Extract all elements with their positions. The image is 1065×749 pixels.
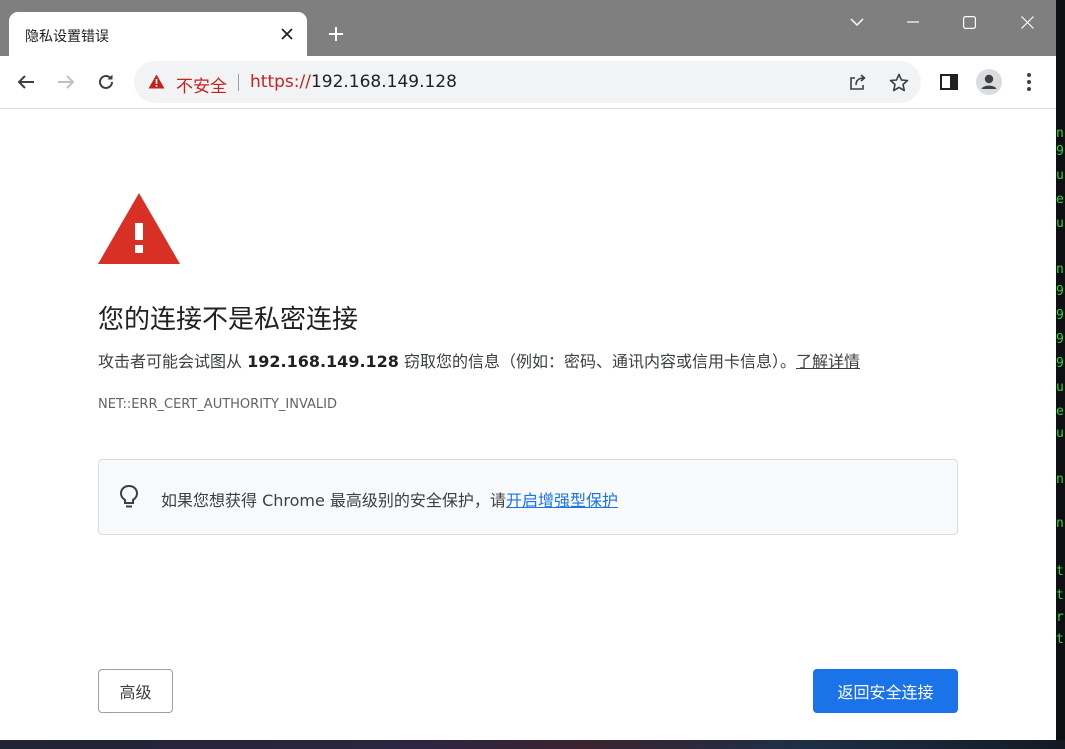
url-host: 192.168.149.128 [310,72,457,92]
terminal-glyph: r [1056,610,1064,625]
terminal-glyph: n [1056,126,1064,141]
tab-search-chevron-icon[interactable] [843,8,871,36]
back-to-safety-button[interactable]: 返回安全连接 [813,669,958,713]
terminal-glyph: t [1056,632,1064,647]
terminal-glyph: n [1056,262,1064,277]
omnibox-divider [238,74,239,91]
terminal-glyph: n [1056,516,1064,531]
not-secure-label[interactable]: 不安全 [176,72,227,97]
maximize-button[interactable] [955,8,983,36]
back-button[interactable] [10,66,42,98]
enhanced-protection-prompt: 如果您想获得 Chrome 最高级别的安全保护，请 [161,491,506,510]
terminal-glyph: 9 [1056,144,1064,159]
tab-active[interactable]: 隐私设置错误 [9,12,307,56]
page-description: 攻击者可能会试图从 192.168.149.128 窃取您的信息（例如：密码、通… [98,348,860,372]
description-suffix: 窃取您的信息（例如：密码、通讯内容或信用卡信息）。 [398,352,797,371]
side-panel-icon[interactable] [933,66,965,98]
new-tab-button[interactable] [322,20,350,48]
terminal-glyph: u [1056,216,1064,231]
terminal-glyph: u [1056,168,1064,183]
browser-window: 隐私设置错误 不安全 https://192.168.149.128 您的连接不… [0,0,1056,740]
terminal-glyph: 9 [1056,284,1064,299]
watermark: CSDN @White_Xjoker [897,719,1049,736]
enhanced-protection-text: 如果您想获得 Chrome 最高级别的安全保护，请开启增强型保护 [161,487,618,511]
background-terminal: n 9 u e u n 9 9 9 9 u e u n n t t r t [1056,0,1065,749]
reload-button[interactable] [90,66,122,98]
browser-toolbar: 不安全 https://192.168.149.128 [0,56,1056,109]
lightbulb-icon [119,484,139,514]
page-title: 您的连接不是私密连接 [98,305,359,335]
url-text[interactable]: https://192.168.149.128 [250,72,457,92]
description-prefix: 攻击者可能会试图从 [98,352,248,371]
url-scheme: https:// [250,72,311,92]
description-host: 192.168.149.128 [247,352,399,371]
enhanced-protection-box: 如果您想获得 Chrome 最高级别的安全保护，请开启增强型保护 [98,459,958,535]
terminal-glyph: t [1056,564,1064,579]
error-code[interactable]: NET::ERR_CERT_AUTHORITY_INVALID [98,397,337,412]
advanced-button[interactable]: 高级 [98,669,173,713]
bookmark-star-icon[interactable] [887,70,911,94]
share-icon[interactable] [846,70,870,94]
terminal-glyph: t [1056,588,1064,603]
terminal-glyph: 9 [1056,332,1064,347]
terminal-glyph: 9 [1056,308,1064,323]
warning-triangle-icon [98,193,180,268]
terminal-glyph: u [1056,426,1064,441]
minimize-button[interactable] [899,8,927,36]
tab-close-icon[interactable] [277,24,297,44]
learn-more-link[interactable]: 了解详情 [796,352,860,371]
address-bar[interactable]: 不安全 https://192.168.149.128 [134,61,921,103]
title-bar: 隐私设置错误 [0,0,1056,56]
profile-avatar-icon[interactable] [973,66,1005,98]
interstitial-page: 您的连接不是私密连接 攻击者可能会试图从 192.168.149.128 窃取您… [0,109,1056,740]
enhanced-protection-link[interactable]: 开启增强型保护 [506,491,618,510]
terminal-glyph: u [1056,380,1064,395]
desktop-wallpaper [0,740,1065,749]
terminal-glyph: 9 [1056,356,1064,371]
warning-icon[interactable] [148,74,165,93]
tab-title: 隐私设置错误 [25,29,109,45]
close-window-button[interactable] [1013,8,1041,36]
terminal-glyph: n [1056,472,1064,487]
menu-kebab-icon[interactable] [1013,66,1045,98]
terminal-glyph: e [1056,192,1064,207]
forward-button[interactable] [50,66,82,98]
terminal-glyph: e [1056,404,1064,419]
